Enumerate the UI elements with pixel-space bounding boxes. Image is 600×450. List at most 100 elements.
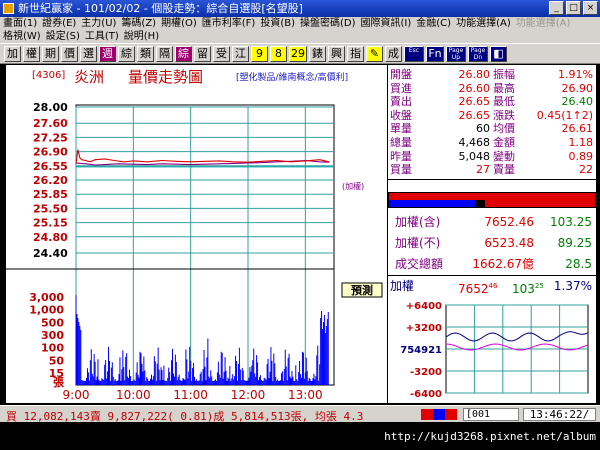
toolbar-button-8[interactable]: 隔 xyxy=(156,46,173,62)
menu-row-1: 畫面(1) 證券(E) 主力(U) 籌碼(Z) 期權(O) 匯市利率(F) 投資(B) 操盤密… xyxy=(3,17,575,30)
time-tick-label: 11:00 xyxy=(173,388,208,402)
chart-title: 量價走勢圖 xyxy=(128,68,204,86)
price-volume-chart: 9:00 10:00 11:00 12:00 13:00 28.00 27.60 27.25 2… xyxy=(6,65,387,403)
plot-frame xyxy=(75,104,335,386)
volume-tick-label: 3,000 xyxy=(29,291,64,304)
code-input[interactable]: [001 xyxy=(463,408,519,421)
toolbar-button-18[interactable]: 指 xyxy=(347,46,364,62)
menu2-item-2[interactable]: 工具(T) xyxy=(85,31,119,42)
toolbar-button-25[interactable]: ◧ xyxy=(490,46,507,62)
index-iv2: 89.25 xyxy=(557,236,592,250)
menu-item-3[interactable]: 籌碼(Z) xyxy=(121,18,156,29)
toolbar-button-21[interactable]: Esc xyxy=(404,46,424,62)
toolbar-button-23[interactable]: Page Up xyxy=(446,46,466,62)
maximize-button[interactable]: □ xyxy=(566,1,581,15)
watermark-url: http://kujd3268.pixnet.net/album xyxy=(384,430,596,443)
toolbar-button-13[interactable]: 9 xyxy=(251,46,268,62)
toolbar-button-1[interactable]: 權 xyxy=(23,46,40,62)
volume-tick-label: 500 xyxy=(41,316,64,329)
price-tick-label: 27.25 xyxy=(33,131,68,144)
quote-l1: 總量 xyxy=(390,136,412,149)
menu-item-11[interactable]: 功能選擇(A) xyxy=(516,18,571,29)
price-tick-label: 26.55 xyxy=(33,160,68,173)
toolbar-button-12[interactable]: 江 xyxy=(232,46,249,62)
toolbar-button-11[interactable]: 受 xyxy=(213,46,230,62)
quote-v1: 60 xyxy=(476,122,490,136)
vol-label: 預測 xyxy=(351,283,373,297)
color-legend-icon xyxy=(421,409,457,420)
mini-index-chart: +6400 +3200 754921 -3200 -6400 xyxy=(400,301,589,400)
menu-item-9[interactable]: 金融(C) xyxy=(416,18,451,29)
menu-item-8[interactable]: 國際資訊(I) xyxy=(361,18,412,29)
price-tick-label: 25.15 xyxy=(33,217,68,230)
toolbar-button-22[interactable]: Fn xyxy=(426,46,444,62)
toolbar-button-19[interactable]: ✎ xyxy=(366,46,383,62)
toolbar-button-17[interactable]: 興 xyxy=(328,46,345,62)
menu-item-7[interactable]: 操盤密碼(D) xyxy=(300,18,356,29)
quote-l1: 收盤 xyxy=(390,108,412,122)
quote-l1: 昨量 xyxy=(390,149,412,163)
price-tick-label: 26.90 xyxy=(33,146,68,159)
quote-l1: 買量 xyxy=(390,163,412,177)
mini-tick-label: +3200 xyxy=(406,323,442,334)
price-tick-label: 25.85 xyxy=(33,188,68,201)
toolbar-button-20[interactable]: 成 xyxy=(385,46,402,62)
toolbar-button-24[interactable]: Page Dn xyxy=(468,46,488,62)
quote-l2: 最低 xyxy=(493,95,515,109)
menu-item-6[interactable]: 投資(B) xyxy=(260,18,295,29)
menu-item-1[interactable]: 證券(E) xyxy=(42,18,76,29)
quote-l2: 最高 xyxy=(493,81,515,95)
quote-row: 昨量 5,048 變動 0.89 xyxy=(388,150,596,163)
toolbar-button-15[interactable]: 29 xyxy=(289,46,307,62)
quote-v2: 1.18 xyxy=(568,136,594,149)
toolbar-button-6[interactable]: 綜 xyxy=(118,46,135,62)
toolbar-button-16[interactable]: 錶 xyxy=(309,46,326,62)
menu-item-10[interactable]: 功能選擇(A) xyxy=(456,18,511,29)
menu-item-0[interactable]: 畫面(1) xyxy=(3,18,37,29)
quote-v2: 0.45(1↑2) xyxy=(536,108,593,122)
quote-v2: 22 xyxy=(579,163,593,177)
toolbar-button-3[interactable]: 價 xyxy=(61,46,78,62)
bid-ask-ratio-bar xyxy=(388,192,596,208)
toolbar-button-14[interactable]: 8 xyxy=(270,46,287,62)
index-iv2: 103.25 xyxy=(550,215,592,229)
index-row: 加權(不) 6523.48 89.25 xyxy=(388,234,596,252)
quote-v1: 4,468 xyxy=(458,136,491,149)
quote-row: 賣出 26.65 最低 26.40 xyxy=(388,95,596,108)
toolbar-button-2[interactable]: 期 xyxy=(42,46,59,62)
mini-tick-label: -6400 xyxy=(410,389,442,400)
quote-v1: 26.80 xyxy=(458,68,491,81)
quote-l2: 均價 xyxy=(493,122,515,136)
menu-item-5[interactable]: 匯市利率(F) xyxy=(202,18,256,29)
toolbar-button-4[interactable]: 選 xyxy=(80,46,97,62)
mini-index-header: 加權 765246 10325 1.37% xyxy=(388,277,596,296)
index-il: 加權(不) xyxy=(395,236,441,250)
menu2-item-3[interactable]: 說明(H) xyxy=(124,31,159,42)
mini-tick-label: +6400 xyxy=(406,301,442,312)
close-button[interactable]: × xyxy=(583,1,598,15)
volume-tick-label: 100 xyxy=(41,342,64,355)
toolbar-button-9[interactable]: 綜 xyxy=(175,46,192,62)
chart-header: [4306] 炎洲 量價走勢圖 [塑化製品/維南概念/高價利] xyxy=(6,65,387,86)
menu-item-4[interactable]: 期權(O) xyxy=(161,18,197,29)
menu2-item-1[interactable]: 設定(S) xyxy=(46,31,80,42)
toolbar-button-0[interactable]: 加 xyxy=(4,46,21,62)
volume-unit-label: 張 xyxy=(53,376,65,389)
toolbar-button-5[interactable]: 週 xyxy=(99,46,116,62)
minimize-button[interactable]: _ xyxy=(549,1,564,15)
toolbar-button-10[interactable]: 留 xyxy=(194,46,211,62)
index-iv2: 28.5 xyxy=(565,257,592,271)
quote-v2: 1.91% xyxy=(558,68,593,81)
menu2-item-0[interactable]: 格視(W) xyxy=(3,31,41,42)
toolbar-button-7[interactable]: 類 xyxy=(137,46,154,62)
quote-l2: 變動 xyxy=(493,149,515,163)
menu-item-2[interactable]: 主力(U) xyxy=(81,18,116,29)
time-tick-label: 9:00 xyxy=(63,388,90,402)
time-tick-label: 12:00 xyxy=(231,388,266,402)
chart-canvas: 9:00 10:00 11:00 12:00 13:00 28.00 27.6027.25 2… xyxy=(6,101,383,402)
stock-code: [4306] xyxy=(32,70,66,81)
index-iv: 6523.48 xyxy=(484,236,534,250)
quote-v1: 26.60 xyxy=(458,81,491,95)
index-iv: 7652.46 xyxy=(484,215,534,229)
stock-name: 炎洲 xyxy=(74,68,105,86)
